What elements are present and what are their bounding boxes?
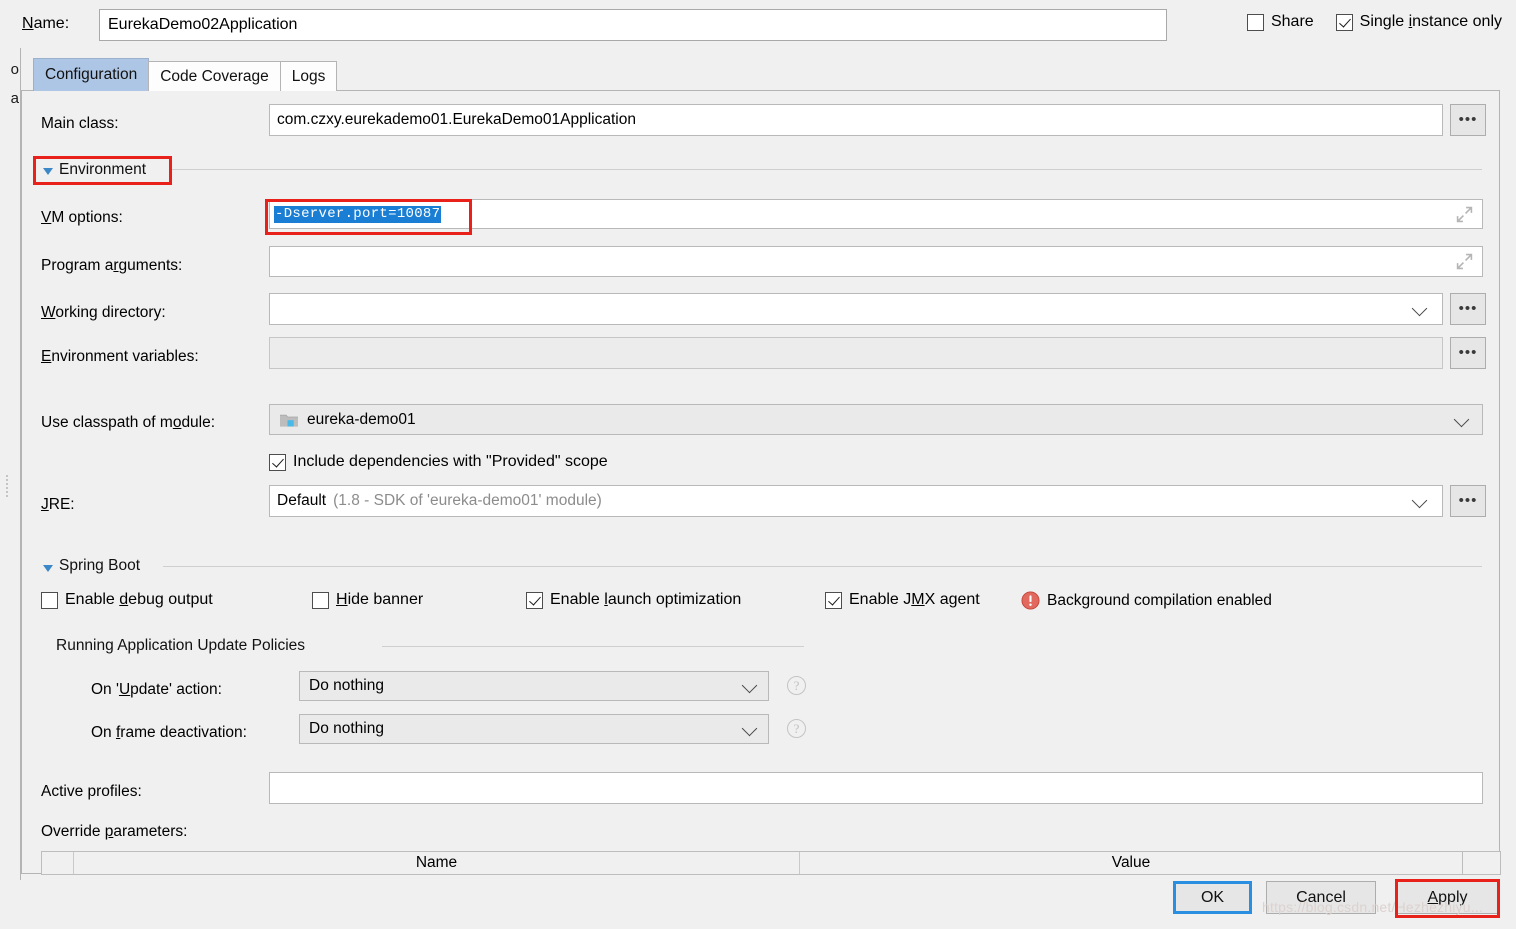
include-provided-checkbox[interactable]: Include dependencies with "Provided" sco…	[269, 453, 608, 471]
environment-variables-label: Environment variables:	[41, 348, 199, 365]
share-checkbox-box[interactable]	[1246, 13, 1264, 31]
environment-variables-browse-button[interactable]: •••	[1450, 337, 1486, 369]
tab-configuration[interactable]: Configuration	[33, 58, 150, 91]
run-configuration-dialog: o a Name: EurekaDemo02Application Share …	[0, 0, 1516, 929]
single-instance-checkbox[interactable]: Single instance only	[1335, 13, 1502, 31]
jre-label: JRE:	[41, 496, 75, 513]
program-arguments-input[interactable]	[269, 246, 1483, 277]
spring-boot-collapse-icon[interactable]	[43, 565, 53, 572]
on-update-action-value: Do nothing	[309, 677, 384, 695]
enable-debug-output-label: Enable debug output	[65, 591, 213, 608]
override-parameters-table-header: Name Value	[41, 851, 1463, 875]
update-policies-title: Running Application Update Policies	[56, 637, 306, 654]
working-directory-input[interactable]	[269, 293, 1443, 325]
single-instance-checkbox-box[interactable]	[1335, 13, 1353, 31]
share-checkbox[interactable]: Share	[1246, 13, 1314, 31]
hide-banner-checkbox-box[interactable]	[312, 591, 329, 609]
ok-button[interactable]: OK	[1173, 881, 1252, 914]
left-tree-strip: o a	[0, 48, 21, 880]
warning-icon	[1021, 591, 1040, 610]
jre-value: Default	[277, 492, 327, 510]
jre-hint: (1.8 - SDK of 'eureka-demo01' module)	[333, 492, 602, 510]
on-frame-deactivation-combo[interactable]: Do nothing	[299, 714, 769, 744]
share-label: Share	[1270, 13, 1314, 30]
ellipsis-icon: •••	[1458, 300, 1478, 317]
configuration-panel: Main class: com.czxy.eurekademo01.Eureka…	[21, 90, 1501, 875]
override-table-scrollbar-corner	[1463, 851, 1501, 875]
enable-jmx-agent-checkbox-box[interactable]	[825, 591, 842, 609]
active-profiles-label: Active profiles:	[41, 783, 142, 800]
use-classpath-label: Use classpath of module:	[41, 414, 216, 431]
enable-launch-optimization-checkbox-box[interactable]	[526, 591, 543, 609]
ellipsis-icon: •••	[1458, 492, 1478, 509]
enable-debug-output-checkbox[interactable]: Enable debug output	[41, 591, 213, 609]
tab-code-coverage[interactable]: Code Coverage	[148, 61, 281, 91]
enable-jmx-agent-checkbox[interactable]: Enable JMX agent	[825, 591, 980, 609]
override-table-column-name[interactable]: Name	[74, 852, 800, 874]
hide-banner-label: Hide banner	[336, 591, 424, 608]
working-directory-label: Working directory:	[41, 304, 166, 321]
enable-debug-output-checkbox-box[interactable]	[41, 591, 58, 609]
on-frame-deactivation-label: On frame deactivation:	[91, 724, 247, 741]
panel-resize-grip[interactable]	[6, 473, 12, 497]
help-icon-on-update[interactable]: ?	[787, 676, 806, 695]
help-icon-on-frame[interactable]: ?	[787, 719, 806, 738]
include-provided-label: Include dependencies with "Provided" sco…	[293, 453, 608, 470]
tab-logs[interactable]: Logs	[279, 61, 338, 91]
override-table-column-value[interactable]: Value	[800, 852, 1462, 874]
expand-icon-program-arguments[interactable]	[1456, 253, 1473, 270]
vm-options-value: -Dserver.port=10087	[274, 205, 442, 223]
clipped-text-1: o	[10, 61, 19, 78]
tab-bar: Configuration Code Coverage Logs	[33, 58, 338, 91]
spring-boot-section-title[interactable]: Spring Boot	[59, 557, 140, 575]
environment-section-title[interactable]: Environment	[59, 161, 146, 179]
jre-combo[interactable]: Default (1.8 - SDK of 'eureka-demo01' mo…	[269, 485, 1443, 517]
on-frame-deactivation-value: Do nothing	[309, 720, 384, 738]
hide-banner-checkbox[interactable]: Hide banner	[312, 591, 423, 609]
override-table-checkbox-column	[42, 852, 74, 874]
single-instance-label: Single instance only	[1359, 13, 1502, 30]
environment-section-divider	[172, 169, 1482, 170]
enable-launch-optimization-checkbox[interactable]: Enable launch optimization	[526, 591, 741, 609]
program-arguments-label: Program arguments:	[41, 257, 183, 274]
enable-jmx-agent-label: Enable JMX agent	[849, 591, 980, 608]
include-provided-checkbox-box[interactable]	[269, 453, 286, 471]
watermark: https://blog.csdn.net/Hezhezhiyu...	[1262, 899, 1484, 915]
enable-launch-optimization-label: Enable launch optimization	[550, 591, 742, 608]
jre-browse-button[interactable]: •••	[1450, 485, 1486, 517]
on-update-action-label: On 'Update' action:	[91, 681, 222, 698]
vm-options-label: VM options:	[41, 209, 123, 226]
ellipsis-icon: •••	[1458, 111, 1478, 128]
environment-variables-input[interactable]	[269, 337, 1443, 369]
use-classpath-value: eureka-demo01	[307, 410, 416, 428]
main-class-label: Main class:	[41, 115, 119, 132]
environment-collapse-icon[interactable]	[43, 168, 53, 175]
clipped-text-2: a	[10, 90, 19, 107]
expand-icon-vm-options[interactable]	[1456, 206, 1473, 223]
working-directory-browse-button[interactable]: •••	[1450, 293, 1486, 325]
module-icon	[280, 414, 298, 427]
override-parameters-label: Override parameters:	[41, 823, 188, 840]
active-profiles-input[interactable]	[269, 772, 1483, 804]
main-class-browse-button[interactable]: •••	[1450, 104, 1486, 136]
top-checkbox-group: Share Single instance only	[1246, 13, 1502, 31]
ellipsis-icon: •••	[1458, 344, 1478, 361]
use-classpath-combo[interactable]: eureka-demo01	[269, 404, 1483, 435]
on-update-action-combo[interactable]: Do nothing	[299, 671, 769, 701]
update-policies-divider	[382, 646, 804, 647]
vm-options-input[interactable]: -Dserver.port=10087	[269, 199, 1483, 229]
spring-boot-section-divider	[163, 566, 1482, 567]
name-label: Name:	[22, 15, 70, 32]
name-row: Name: EurekaDemo02Application Share Sing…	[0, 0, 1516, 48]
main-class-input[interactable]: com.czxy.eurekademo01.EurekaDemo01Applic…	[269, 104, 1443, 136]
background-compilation-label: Background compilation enabled	[1047, 592, 1272, 609]
name-input[interactable]: EurekaDemo02Application	[99, 9, 1167, 41]
